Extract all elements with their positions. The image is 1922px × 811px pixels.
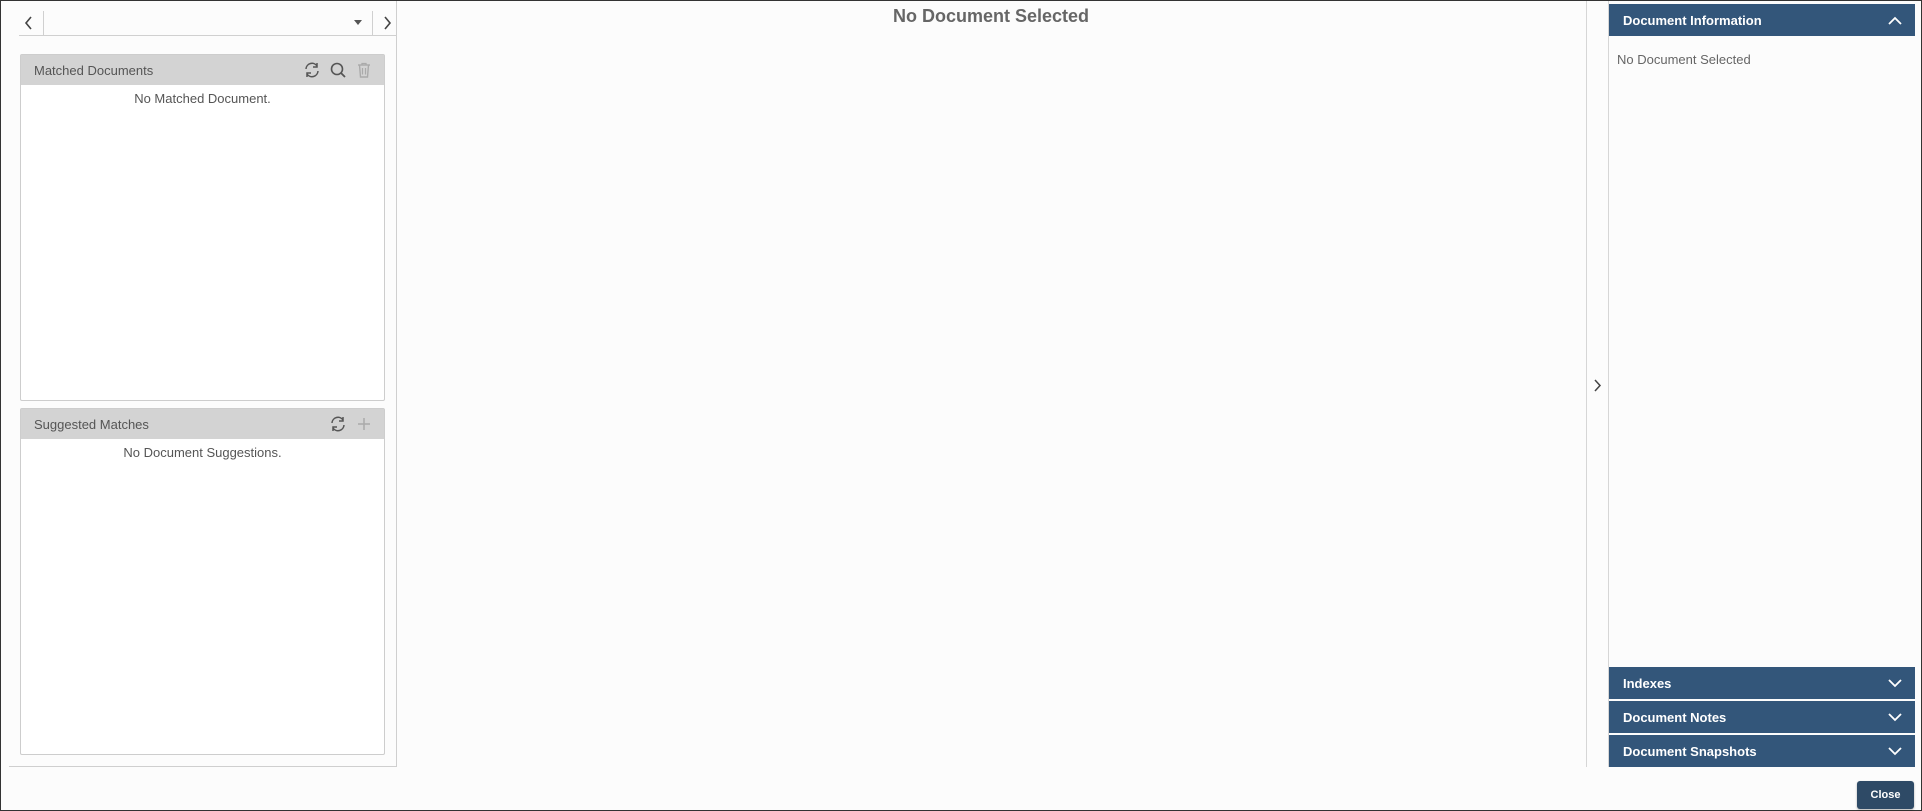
- indexes-header[interactable]: Indexes: [1609, 667, 1915, 699]
- suggested-matches-empty: No Document Suggestions.: [123, 445, 282, 460]
- document-select[interactable]: [43, 10, 373, 35]
- refresh-icon: [331, 416, 345, 432]
- document-information-body: No Document Selected: [1609, 36, 1915, 665]
- delete-matched-button[interactable]: [354, 60, 374, 80]
- app-window: Matched Documents No Matched Document. S…: [0, 0, 1922, 811]
- document-viewer-title: No Document Selected: [892, 6, 1090, 26]
- indexes-title: Indexes: [1623, 675, 1672, 691]
- caret-down-icon: [354, 19, 362, 25]
- matched-documents-title: Matched Documents: [34, 62, 154, 78]
- chevron-right-icon: [384, 15, 392, 30]
- document-notes-title: Document Notes: [1623, 709, 1727, 725]
- suggested-matches-header: Suggested Matches: [21, 409, 384, 439]
- chevron-up-icon: [1888, 16, 1902, 25]
- document-snapshots-title: Document Snapshots: [1623, 743, 1757, 759]
- matched-documents-empty: No Matched Document.: [134, 91, 271, 106]
- plus-icon: [358, 418, 370, 430]
- search-matched-button[interactable]: [328, 60, 348, 80]
- matched-documents-panel: Matched Documents No Matched Document.: [20, 54, 385, 401]
- document-information-header[interactable]: Document Information: [1609, 4, 1915, 36]
- left-panel: Matched Documents No Matched Document. S…: [9, 1, 397, 767]
- accordion-stack: Indexes Document Notes Document Snapshot…: [1609, 667, 1915, 767]
- close-button[interactable]: Close: [1857, 781, 1914, 809]
- previous-button[interactable]: [19, 11, 39, 35]
- search-icon: [330, 62, 346, 78]
- chevron-down-icon: [1888, 712, 1902, 721]
- right-panel: Document Information No Document Selecte…: [1609, 4, 1915, 767]
- document-snapshots-header[interactable]: Document Snapshots: [1609, 735, 1915, 767]
- matched-documents-header: Matched Documents: [21, 55, 384, 85]
- document-information-title: Document Information: [1623, 12, 1762, 28]
- refresh-icon: [305, 62, 319, 78]
- chevron-right-icon: [1593, 378, 1601, 392]
- document-notes-header[interactable]: Document Notes: [1609, 701, 1915, 733]
- suggested-matches-panel: Suggested Matches No Document Suggestion…: [20, 408, 385, 755]
- chevron-down-icon: [1888, 746, 1902, 755]
- add-suggested-button[interactable]: [354, 414, 374, 434]
- collapse-right-panel-button[interactable]: [1587, 373, 1607, 397]
- refresh-matched-button[interactable]: [302, 60, 322, 80]
- document-navigator: [19, 10, 397, 36]
- chevron-down-icon: [1888, 678, 1902, 687]
- document-information-text: No Document Selected: [1617, 52, 1751, 67]
- chevron-left-icon: [24, 15, 32, 30]
- trash-icon: [358, 62, 370, 78]
- next-button[interactable]: [377, 11, 397, 35]
- suggested-matches-title: Suggested Matches: [34, 416, 149, 432]
- refresh-suggested-button[interactable]: [328, 414, 348, 434]
